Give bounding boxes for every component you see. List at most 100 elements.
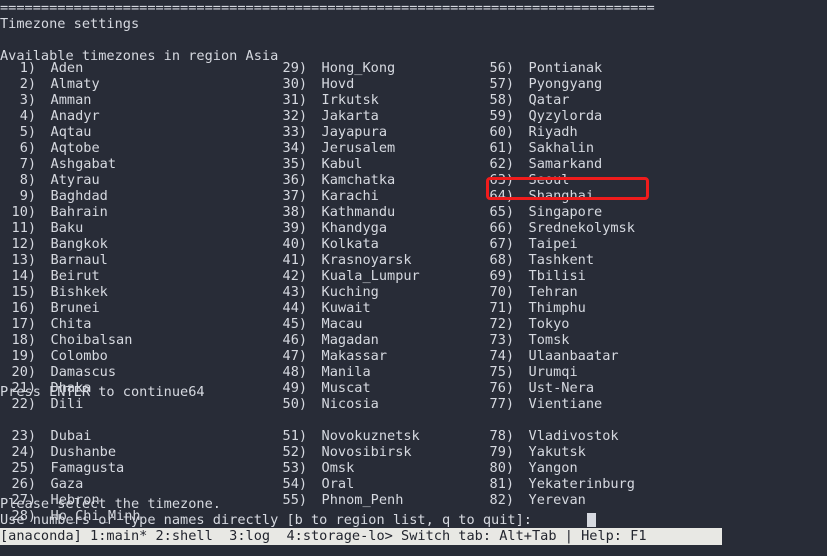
timezone-item-name[interactable]: Yakutsk — [529, 444, 586, 460]
timezone-item-name[interactable]: Shanghai — [529, 188, 594, 204]
timezone-item-name[interactable]: Urumqi — [529, 364, 578, 380]
timezone-item-name[interactable]: Novosibirsk — [322, 444, 412, 460]
timezone-item-number: 2) — [19, 76, 37, 92]
timezone-item-name[interactable]: Qyzylorda — [529, 108, 603, 124]
timezone-item-number: 70) — [489, 284, 515, 300]
timezone-item-name[interactable]: Aqtau — [51, 124, 92, 140]
timezone-item-name[interactable]: Irkutsk — [322, 92, 379, 108]
timezone-item-name[interactable]: Hong_Kong — [322, 60, 396, 76]
terminal-screen: ========================================… — [0, 0, 827, 556]
timezone-item-name[interactable]: Tomsk — [529, 332, 570, 348]
timezone-item-name[interactable]: Dubai — [51, 428, 92, 444]
timezone-item-number: 69) — [489, 268, 515, 284]
timezone-item-name[interactable]: Manila — [322, 364, 371, 380]
timezone-item-name[interactable]: Beirut — [51, 268, 100, 284]
timezone-item-name[interactable]: Kathmandu — [322, 204, 396, 220]
timezone-item-number: 62) — [489, 156, 515, 172]
tmux-status-bar[interactable]: [anaconda] 1:main* 2:shell 3:log 4:stora… — [0, 528, 722, 545]
timezone-item-name[interactable]: Baghdad — [51, 188, 108, 204]
timezone-item-name[interactable]: Pyongyang — [529, 76, 603, 92]
timezone-item-name[interactable]: Kolkata — [322, 236, 379, 252]
timezone-item-name[interactable]: Karachi — [322, 188, 379, 204]
timezone-item-name[interactable]: Colombo — [51, 348, 108, 364]
timezone-item-name[interactable]: Yerevan — [529, 492, 586, 508]
timezone-item-name[interactable]: Almaty — [51, 76, 100, 92]
timezone-item-name[interactable]: Aden — [51, 60, 84, 76]
timezone-item-number: 45) — [282, 316, 308, 332]
timezone-item-name[interactable]: Muscat — [322, 380, 371, 396]
timezone-item-name[interactable]: Tokyo — [529, 316, 570, 332]
timezone-item-name[interactable]: Bahrain — [51, 204, 108, 220]
timezone-item-name[interactable]: Oral — [322, 476, 355, 492]
timezone-item-name[interactable]: Yangon — [529, 460, 578, 476]
timezone-item-name[interactable]: Kuwait — [322, 300, 371, 316]
timezone-item-name[interactable]: Nicosia — [322, 396, 379, 412]
timezone-item-name[interactable]: Taipei — [529, 236, 578, 252]
timezone-item-name[interactable]: Macau — [322, 316, 363, 332]
timezone-item-number: 1) — [19, 60, 37, 76]
timezone-item-name[interactable]: Aqtobe — [51, 140, 100, 156]
timezone-item-name[interactable]: Jayapura — [322, 124, 387, 140]
timezone-item-name[interactable]: Gaza — [51, 476, 84, 492]
timezone-item-name[interactable]: Magadan — [322, 332, 379, 348]
timezone-item-number: 39) — [282, 220, 308, 236]
timezone-item-name[interactable]: Barnaul — [51, 252, 108, 268]
timezone-item-name[interactable]: Choibalsan — [51, 332, 133, 348]
timezone-item-name[interactable]: Kuching — [322, 284, 379, 300]
timezone-item-name[interactable]: Phnom_Penh — [322, 492, 404, 508]
timezone-item-number: 18) — [11, 332, 37, 348]
timezone-item-name[interactable]: Hovd — [322, 76, 355, 92]
timezone-item-name[interactable]: Vladivostok — [529, 428, 619, 444]
timezone-item-number: 33) — [282, 124, 308, 140]
timezone-item-name[interactable]: Thimphu — [529, 300, 586, 316]
timezone-item-name[interactable]: Famagusta — [51, 460, 125, 476]
timezone-item-name[interactable]: Atyrau — [51, 172, 100, 188]
timezone-item-name[interactable]: Ust-Nera — [529, 380, 594, 396]
timezone-item-name[interactable]: Chita — [51, 316, 92, 332]
timezone-item-number: 52) — [282, 444, 308, 460]
input-prompt-line[interactable]: Use numbers or type names directly [b to… — [0, 512, 540, 528]
timezone-item-name[interactable]: Jerusalem — [322, 140, 396, 156]
timezone-item-name[interactable]: Damascus — [51, 364, 116, 380]
timezone-item-name[interactable]: Makassar — [322, 348, 387, 364]
timezone-item-name[interactable]: Tehran — [529, 284, 578, 300]
timezone-item-name[interactable]: Qatar — [529, 92, 570, 108]
timezone-item-name[interactable]: Omsk — [322, 460, 355, 476]
timezone-item-name[interactable]: Amman — [51, 92, 92, 108]
timezone-item-number: 16) — [11, 300, 37, 316]
timezone-item-name[interactable]: Tbilisi — [529, 268, 586, 284]
timezone-item-name[interactable]: Ashgabat — [51, 156, 116, 172]
timezone-item-number: 5) — [19, 124, 37, 140]
timezone-item-name[interactable]: Pontianak — [529, 60, 603, 76]
timezone-item-number: 12) — [11, 236, 37, 252]
timezone-item-number: 64) — [489, 188, 515, 204]
timezone-item-name[interactable]: Kuala_Lumpur — [322, 268, 420, 284]
timezone-item-name[interactable]: Samarkand — [529, 156, 603, 172]
timezone-item-number: 48) — [282, 364, 308, 380]
timezone-item-name[interactable]: Srednekolymsk — [529, 220, 635, 236]
timezone-item-name[interactable]: Jakarta — [322, 108, 379, 124]
timezone-item-name[interactable]: Seoul — [529, 172, 570, 188]
timezone-item-name[interactable]: Kabul — [322, 156, 363, 172]
timezone-item-name[interactable]: Baku — [51, 220, 84, 236]
timezone-item-name[interactable]: Novokuznetsk — [322, 428, 420, 444]
timezone-item-name[interactable]: Tashkent — [529, 252, 594, 268]
timezone-item-name[interactable]: Bangkok — [51, 236, 108, 252]
timezone-item-name[interactable]: Riyadh — [529, 124, 578, 140]
timezone-item-name[interactable]: Kamchatka — [322, 172, 396, 188]
timezone-item-name[interactable]: Singapore — [529, 204, 603, 220]
timezone-item-name[interactable]: Khandyga — [322, 220, 387, 236]
timezone-item-name[interactable]: Krasnoyarsk — [322, 252, 412, 268]
timezone-item-name[interactable]: Dushanbe — [51, 444, 116, 460]
timezone-item-number: 51) — [282, 428, 308, 444]
timezone-item-name[interactable]: Sakhalin — [529, 140, 594, 156]
timezone-item-name[interactable]: Ulaanbaatar — [529, 348, 619, 364]
timezone-item-name[interactable]: Brunei — [51, 300, 100, 316]
timezone-item-name[interactable]: Bishkek — [51, 284, 108, 300]
timezone-item-name[interactable]: Anadyr — [51, 108, 100, 124]
timezone-item-name[interactable]: Vientiane — [529, 396, 603, 412]
timezone-item-name[interactable]: Yekaterinburg — [529, 476, 635, 492]
timezone-item-number: 77) — [489, 396, 515, 412]
timezone-item-number: 10) — [11, 204, 37, 220]
timezone-item-number: 76) — [489, 380, 515, 396]
